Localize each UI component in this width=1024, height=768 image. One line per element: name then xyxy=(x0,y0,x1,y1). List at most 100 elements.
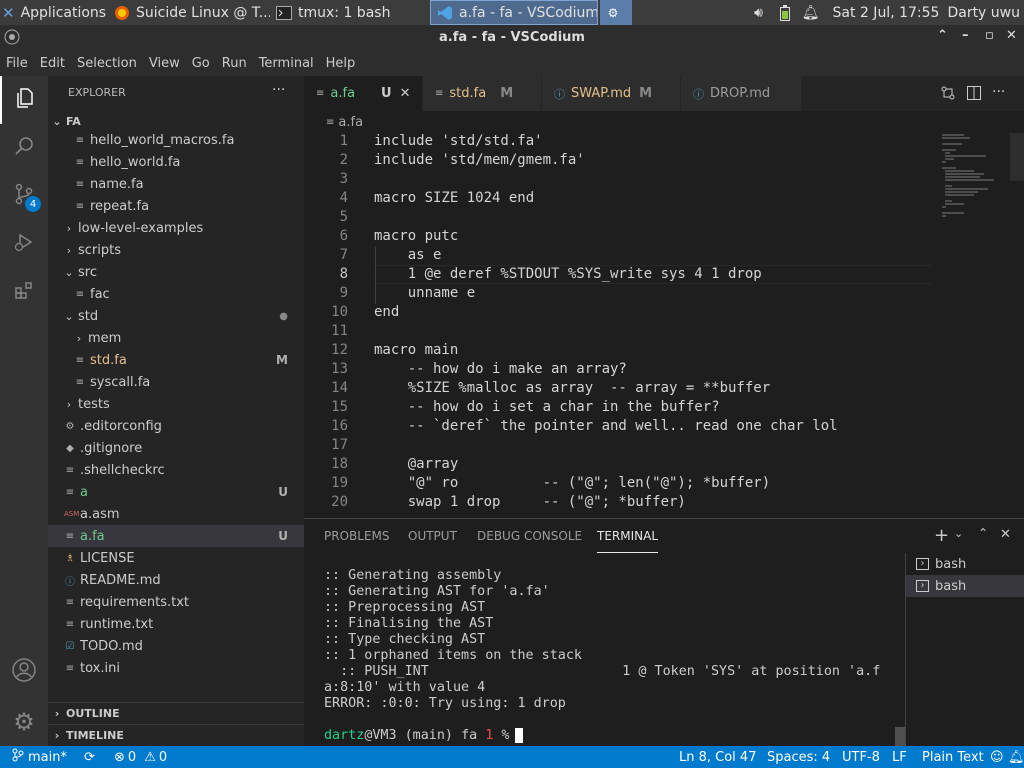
chevron-right-icon: › xyxy=(76,331,82,345)
window-minimize-button[interactable]: – xyxy=(962,28,969,43)
volume-icon[interactable]: 🔊︎ xyxy=(745,5,773,21)
status-indentation[interactable]: Spaces: 4 xyxy=(767,746,830,768)
status-cursor-position[interactable]: Ln 8, Col 47 xyxy=(679,746,756,768)
menu-go[interactable]: Go xyxy=(186,56,216,71)
manage-activity[interactable]: ⚙ xyxy=(0,698,48,746)
minimap[interactable] xyxy=(934,133,1016,518)
terminal-prompt[interactable]: dartz @VM3 (main) fa 1 % xyxy=(324,728,524,743)
run-debug-activity[interactable] xyxy=(0,220,48,268)
file-name[interactable]: ≡ name.fa xyxy=(48,173,304,195)
folder-mem[interactable]: › mem xyxy=(48,327,304,349)
notification-bell-icon[interactable]: 🔔︎ xyxy=(797,5,825,21)
terminal-scrollbar[interactable] xyxy=(895,727,905,747)
outline-section[interactable]: › OUTLINE xyxy=(48,702,304,724)
terminal-line: ERROR: :0:0: Try using: 1 drop xyxy=(324,696,566,711)
line-number: 2 xyxy=(339,152,348,168)
folder-std[interactable]: ⌄ std ● xyxy=(48,305,304,327)
status-branch[interactable]: main* xyxy=(12,746,67,768)
file-requirements[interactable]: ≡ requirements.txt xyxy=(48,591,304,613)
file-license[interactable]: ♗ LICENSE xyxy=(48,547,304,569)
more-actions-icon[interactable]: ··· xyxy=(992,84,1005,100)
source-control-activity[interactable]: 4 xyxy=(0,172,48,220)
tab-std-fa[interactable]: ≡ std.fa M xyxy=(423,76,541,111)
tab-output[interactable]: OUTPUT xyxy=(408,519,457,553)
status-language[interactable]: Plain Text xyxy=(922,746,984,768)
tab-drop-md[interactable]: ⓘ DROP.md xyxy=(681,76,801,111)
file-hello-world-macros[interactable]: ≡ hello_world_macros.fa xyxy=(48,129,304,151)
taskbar-vscodium[interactable]: a.fa - fa - VSCodium xyxy=(430,0,598,25)
battery-icon[interactable] xyxy=(773,4,797,21)
menu-selection[interactable]: Selection xyxy=(71,56,143,71)
window-collapse-button[interactable]: ⌃ xyxy=(937,28,948,43)
close-panel-icon[interactable]: ✕ xyxy=(1000,527,1011,542)
file-todo[interactable]: ☑ TODO.md xyxy=(48,635,304,657)
code-line: include 'std/std.fa' xyxy=(374,133,543,149)
window-maximize-button[interactable]: ▫ xyxy=(985,28,994,43)
split-editor-icon[interactable] xyxy=(966,85,982,105)
terminal-item-bash[interactable]: › bash xyxy=(906,553,1024,575)
file-icon: ≡ xyxy=(65,662,75,674)
code-editor[interactable]: 1 2 3 4 5 6 7 8 9 10 11 12 13 14 15 16 1… xyxy=(304,133,1024,518)
applications-menu[interactable]: ✕ Applications xyxy=(0,0,108,25)
file-a-asm[interactable]: ASM a.asm xyxy=(48,503,304,525)
new-terminal-icon[interactable]: + xyxy=(934,525,949,546)
menu-edit[interactable]: Edit xyxy=(34,56,71,71)
file-a[interactable]: ≡ a U xyxy=(48,481,304,503)
folder-low-level-examples[interactable]: › low-level-examples xyxy=(48,217,304,239)
file-tox-ini[interactable]: ≡ tox.ini xyxy=(48,657,304,679)
status-eol[interactable]: LF xyxy=(892,746,907,768)
taskbar-extra-app[interactable]: ⚙ xyxy=(600,0,632,25)
code-line: macro SIZE 1024 end xyxy=(374,190,535,206)
file-std-fa[interactable]: ≡ std.fa M xyxy=(48,349,304,371)
file-icon: ≡ xyxy=(75,354,85,366)
tab-a-fa[interactable]: ≡ a.fa U ✕ xyxy=(304,76,422,111)
clock[interactable]: Sat 2 Jul, 17:55 xyxy=(825,5,948,21)
explorer-more-actions[interactable]: ··· xyxy=(272,82,285,98)
file-runtime[interactable]: ≡ runtime.txt xyxy=(48,613,304,635)
file-editorconfig[interactable]: ⚙ .editorconfig xyxy=(48,415,304,437)
window-close-button[interactable]: ✕ xyxy=(1006,28,1017,43)
menu-file[interactable]: File xyxy=(0,56,34,71)
terminal-item-bash-active[interactable]: › bash xyxy=(906,575,1024,597)
feedback-icon[interactable]: ☺ xyxy=(990,746,1004,768)
source-control-badge: 4 xyxy=(25,196,41,212)
file-a-fa[interactable]: ≡ a.fa U xyxy=(48,525,304,547)
breadcrumb[interactable]: ≡ a.fa xyxy=(304,111,1024,133)
editor-scrollbar[interactable] xyxy=(1010,133,1024,181)
file-gitignore[interactable]: ◆ .gitignore xyxy=(48,437,304,459)
file-syscall-fa[interactable]: ≡ syscall.fa xyxy=(48,371,304,393)
menu-view[interactable]: View xyxy=(143,56,186,71)
tab-problems[interactable]: PROBLEMS xyxy=(324,519,390,553)
explorer-activity[interactable] xyxy=(0,76,48,124)
taskbar-firefox[interactable]: Suicide Linux @ T... xyxy=(108,0,270,25)
sync-icon[interactable]: ⟳ xyxy=(84,746,95,768)
folder-tests[interactable]: › tests xyxy=(48,393,304,415)
file-readme[interactable]: ⓘ README.md xyxy=(48,569,304,591)
tab-debug-console[interactable]: DEBUG CONSOLE xyxy=(477,519,582,553)
compare-changes-icon[interactable] xyxy=(940,85,956,105)
menu-terminal[interactable]: Terminal xyxy=(253,56,320,71)
tab-terminal[interactable]: TERMINAL xyxy=(597,519,659,553)
file-fac[interactable]: ≡ fac xyxy=(48,283,304,305)
menu-help[interactable]: Help xyxy=(320,56,362,71)
close-icon[interactable]: ✕ xyxy=(400,86,411,101)
extensions-activity[interactable] xyxy=(0,268,48,316)
menu-run[interactable]: Run xyxy=(216,56,253,71)
chevron-down-icon[interactable]: ⌄ xyxy=(954,527,963,540)
accounts-activity[interactable] xyxy=(0,648,48,696)
search-activity[interactable] xyxy=(0,124,48,172)
folder-scripts[interactable]: › scripts xyxy=(48,239,304,261)
tab-swap-md[interactable]: ⓘ SWAP.md M xyxy=(542,76,680,111)
maximize-panel-icon[interactable]: ⌃ xyxy=(978,526,988,540)
timeline-section[interactable]: › TIMELINE xyxy=(48,724,304,746)
file-hello-world[interactable]: ≡ hello_world.fa xyxy=(48,151,304,173)
bell-icon[interactable]: 🔔︎ xyxy=(1008,746,1024,768)
status-encoding[interactable]: UTF-8 xyxy=(842,746,880,768)
status-bar: main* ⟳ ⊗ 0 ⚠ 0 Ln 8, Col 47 Spaces: 4 U… xyxy=(0,746,1024,768)
taskbar-tmux[interactable]: tmux: 1 bash xyxy=(270,0,430,25)
user-name[interactable]: Darty uwu xyxy=(947,5,1024,21)
file-shellcheckrc[interactable]: ≡ .shellcheckrc xyxy=(48,459,304,481)
folder-src[interactable]: ⌄ src xyxy=(48,261,304,283)
status-problems[interactable]: ⊗ 0 ⚠ 0 xyxy=(114,746,167,768)
file-repeat[interactable]: ≡ repeat.fa xyxy=(48,195,304,217)
